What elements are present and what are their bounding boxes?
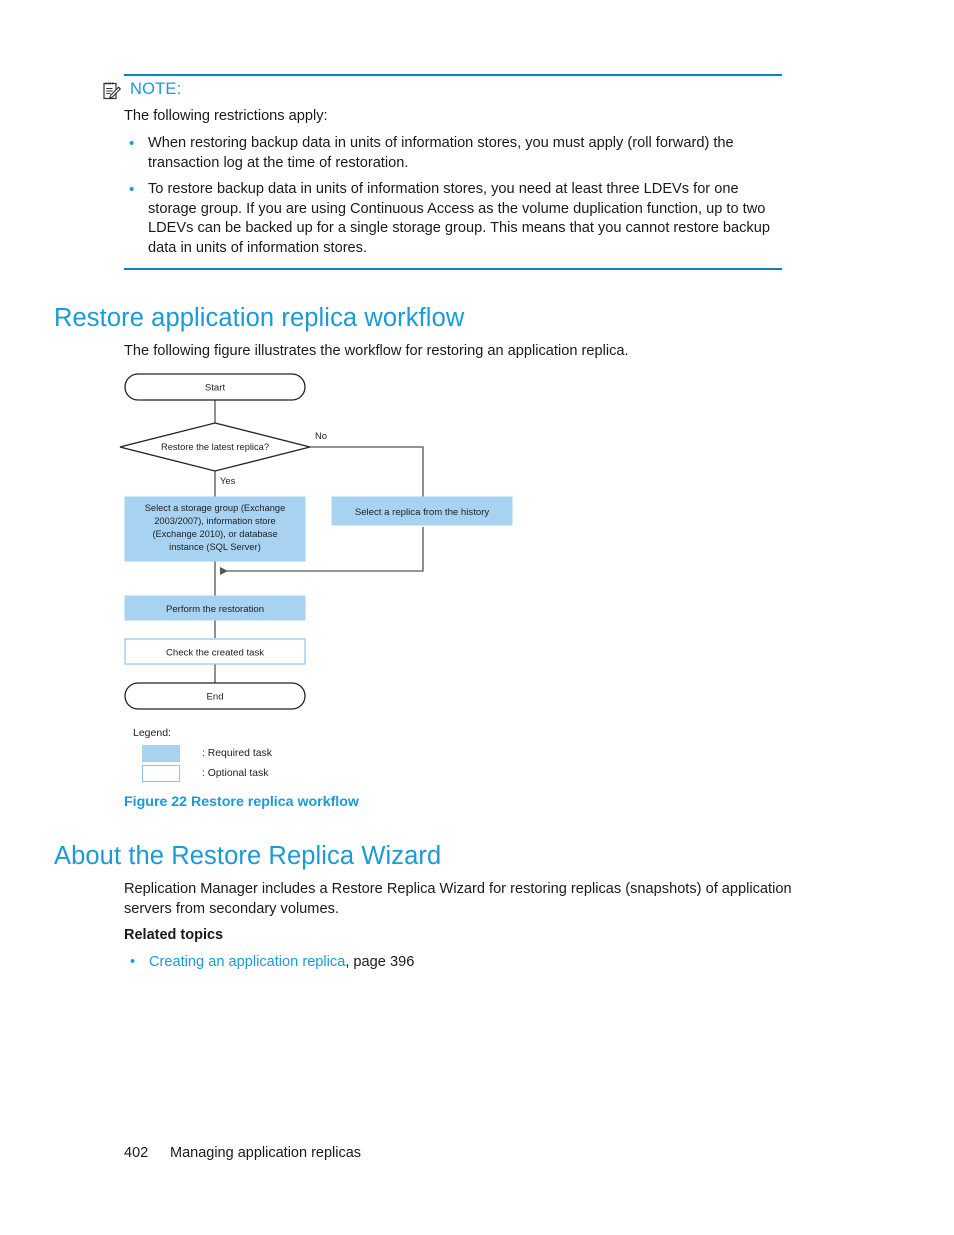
note-body: The following restrictions apply: • When… <box>124 107 784 266</box>
note-lead-text: The following restrictions apply: <box>124 108 328 124</box>
list-item: • When restoring backup data in units of… <box>124 134 784 173</box>
note-restrictions-list: • When restoring backup data in units of… <box>124 134 784 259</box>
connector-decision-no-to-history <box>310 446 424 497</box>
flow-node-decision: Restore the latest replica? <box>119 422 311 472</box>
flow-node-storage-group-line3: (Exchange 2010), or database <box>152 529 277 539</box>
note-top-rule <box>124 74 782 76</box>
bullet-marker: • <box>129 135 135 152</box>
page-title-about-wizard: About the Restore Replica Wizard <box>54 842 442 870</box>
flow-node-storage-group-line4: instance (SQL Server) <box>169 542 261 552</box>
legend-swatch-optional <box>142 765 180 782</box>
flow-node-end: End <box>124 682 306 710</box>
footer-page-number: 402 <box>124 1145 149 1161</box>
decision-branch-label-no: No <box>315 430 327 441</box>
related-topic-page-ref: , page 396 <box>345 954 415 970</box>
note-label: NOTE: <box>130 80 182 98</box>
legend-label-optional: : Optional task <box>202 768 269 779</box>
flow-node-start: Start <box>124 373 306 401</box>
flow-node-perform-restoration-label: Perform the restoration <box>166 604 264 615</box>
legend-row-optional: : Optional task <box>133 765 272 782</box>
note-bottom-rule <box>124 268 782 270</box>
restore-replica-workflow-diagram: Start Restore the latest replica? No Yes… <box>110 363 540 783</box>
bullet-marker: • <box>129 181 135 199</box>
flow-node-select-storage-group: Select a storage group (Exchange 2003/20… <box>124 496 306 562</box>
flow-node-perform-restoration: Perform the restoration <box>124 595 306 621</box>
legend-row-required: : Required task <box>133 745 272 762</box>
related-topic-link[interactable]: Creating an application replica <box>149 954 345 970</box>
legend-label-required: : Required task <box>202 748 272 759</box>
flow-node-storage-group-line2: 2003/2007), information store <box>154 516 275 526</box>
page-footer: 402 Managing application replicas <box>124 1145 361 1161</box>
figure-caption: Figure 22 Restore replica workflow <box>124 794 359 810</box>
list-item: • To restore backup data in units of inf… <box>124 180 784 258</box>
notepad-pencil-icon <box>102 81 122 101</box>
legend-title: Legend: <box>133 727 171 739</box>
page-title-restore-workflow: Restore application replica workflow <box>54 304 465 332</box>
decision-branch-label-yes: Yes <box>220 475 236 486</box>
flow-node-check-created-task-label: Check the created task <box>166 648 264 659</box>
flow-node-select-replica-history: Select a replica from the history <box>331 496 513 526</box>
flow-node-check-created-task: Check the created task <box>124 638 306 665</box>
related-topics-heading: Related topics <box>124 927 224 943</box>
related-topics-list: • Creating an application replica, page 3… <box>124 953 684 973</box>
bullet-marker: • <box>130 954 136 970</box>
flow-node-start-label: Start <box>205 383 226 394</box>
flow-node-end-label: End <box>206 692 223 703</box>
flow-node-decision-label: Restore the latest replica? <box>161 442 269 452</box>
legend-swatch-required <box>142 745 180 762</box>
footer-chapter-title: Managing application replicas <box>170 1145 362 1161</box>
intro-paragraph: The following figure illustrates the wor… <box>124 343 629 359</box>
note-restriction-text: When restoring backup data in units of i… <box>148 135 734 171</box>
note-restriction-text: To restore backup data in units of infor… <box>148 181 770 256</box>
figure-legend: Legend: : Required task : Optional task <box>133 727 272 785</box>
wizard-paragraph: Replication Manager includes a Restore R… <box>124 881 792 917</box>
flow-node-storage-group-line1: Select a storage group (Exchange <box>145 503 286 513</box>
flow-node-select-replica-history-label: Select a replica from the history <box>355 507 490 518</box>
list-item: • Creating an application replica, page 3… <box>124 953 684 973</box>
